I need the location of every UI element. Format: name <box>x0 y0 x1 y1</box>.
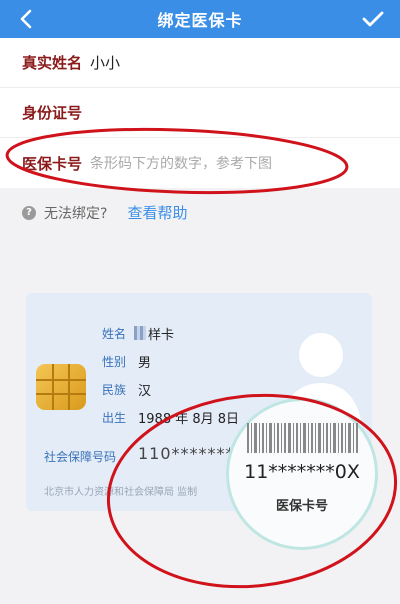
name-label: 真实姓名 <box>22 54 83 72</box>
card-number-row[interactable]: 医保卡号 条形码下方的数字，参考下图 <box>0 138 400 188</box>
barcode-icon <box>247 423 358 453</box>
card-name-value: 样卡 <box>148 328 175 343</box>
card-number-label: 医保卡号 <box>22 154 83 173</box>
card-gender-label: 性别 <box>102 355 127 369</box>
header-bar: 绑定医保卡 <box>0 0 400 38</box>
card-issuer: 北京市人力资源和社会保障局 监制 <box>44 487 198 498</box>
card-ethnicity-value: 汉 <box>138 384 152 399</box>
confirm-button[interactable] <box>360 6 386 32</box>
card-name-label: 姓名 <box>102 327 127 341</box>
bind-form: 真实姓名 小小 身份证号 医保卡号 条形码下方的数字，参考下图 <box>0 38 400 188</box>
checkmark-icon <box>362 11 384 27</box>
view-help-link[interactable]: 查看帮助 <box>127 202 187 223</box>
chevron-left-icon <box>20 9 32 29</box>
card-ethnicity-label: 民族 <box>102 383 127 397</box>
id-label: 身份证号 <box>22 104 83 122</box>
card-birth-label: 出生 <box>102 411 127 425</box>
pixelated-avatar-icon <box>134 326 146 340</box>
card-gender-value: 男 <box>138 356 152 371</box>
page-title: 绑定医保卡 <box>157 11 243 30</box>
card-birth-value: 1988 年 8月 8日 <box>138 412 240 427</box>
cannot-bind-text: 无法绑定? <box>44 205 108 222</box>
id-row[interactable]: 身份证号 <box>0 88 400 138</box>
back-button[interactable] <box>14 7 38 31</box>
name-row[interactable]: 真实姓名 小小 <box>0 38 400 88</box>
help-line: ? 无法绑定? 查看帮助 <box>22 202 187 223</box>
magnifier-lens: 11*******0X 医保卡号 <box>226 398 378 550</box>
card-chip-icon <box>36 364 86 410</box>
magnifier-label: 医保卡号 <box>275 499 328 514</box>
card-number-input[interactable]: 条形码下方的数字，参考下图 <box>90 153 272 173</box>
social-security-label: 社会保障号码 <box>44 450 117 464</box>
question-icon: ? <box>22 205 36 220</box>
magnified-card-number: 11*******0X <box>244 461 360 483</box>
name-field[interactable]: 小小 <box>90 52 120 73</box>
